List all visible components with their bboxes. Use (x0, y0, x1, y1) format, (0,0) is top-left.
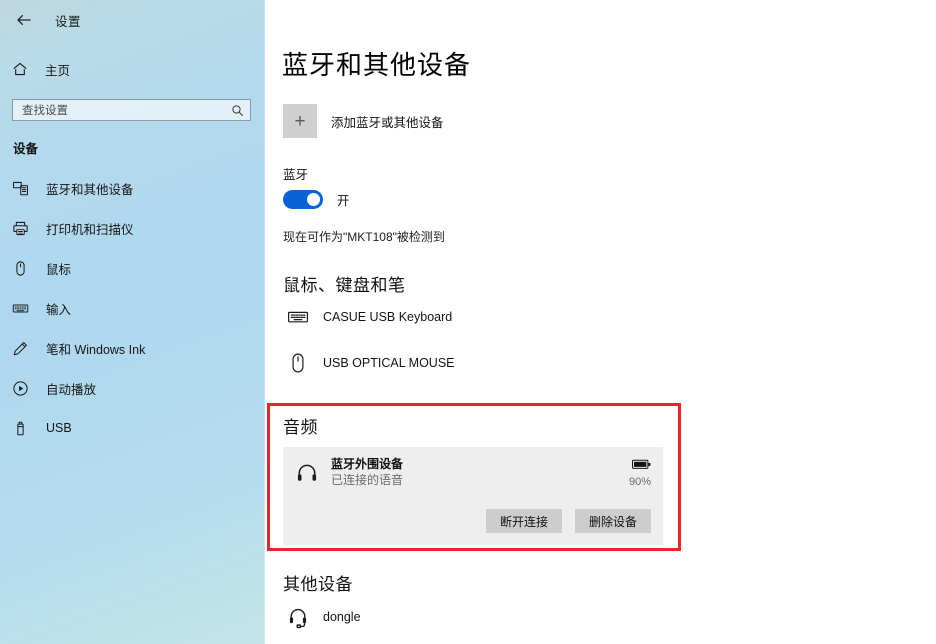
keyboard-icon (285, 304, 311, 330)
search-placeholder: 查找设置 (22, 105, 68, 117)
mouse-icon (285, 350, 311, 376)
search-icon[interactable] (231, 104, 244, 117)
mouse-icon (11, 259, 30, 278)
sidebar-item-bluetooth-devices-label: 蓝牙和其他设备 (46, 182, 134, 197)
sidebar-item-typing[interactable]: 输入 (0, 288, 265, 328)
discoverable-text: 现在可作为"MKT108"被检测到 (283, 230, 445, 244)
printer-icon (11, 219, 30, 238)
sidebar-item-home-label: 主页 (45, 63, 71, 78)
sidebar-item-home[interactable]: 主页 (0, 52, 265, 86)
headphones-icon (293, 459, 321, 487)
group-heading-mouse-keyboard-pen: 鼠标、键盘和笔 (283, 276, 406, 295)
bluetooth-toggle[interactable] (283, 190, 323, 209)
search-wrapper: 查找设置 (0, 86, 265, 121)
titlebar: 设置 (0, 0, 265, 40)
autoplay-icon (11, 379, 30, 398)
sidebar-item-usb[interactable]: USB (0, 408, 265, 448)
sidebar-nav-list: 蓝牙和其他设备 打印机和扫描仪 鼠标 输入 笔和 Windows Ink 自动播… (0, 168, 265, 448)
audio-device-summary: 蓝牙外围设备 已连接的语音 90% (293, 457, 651, 488)
battery-icon (632, 457, 651, 475)
audio-device-actions: 断开连接 删除设备 (293, 509, 651, 533)
other-devices-heading: 其他设备 (283, 575, 353, 594)
sidebar-item-usb-label: USB (46, 421, 72, 435)
usb-icon (11, 419, 30, 438)
settings-window: 设置 主页 查找设置 设备 蓝牙和其他设备 打印机和扫描仪 鼠标 输入 笔和 W… (0, 0, 936, 644)
audio-battery: 90% (607, 457, 651, 488)
device-name-dongle: dongle (323, 610, 361, 624)
disconnect-button[interactable]: 断开连接 (486, 509, 562, 533)
sidebar-item-pen-windows-ink-label: 笔和 Windows Ink (46, 342, 146, 357)
audio-device-card[interactable]: 蓝牙外围设备 已连接的语音 90% 断开连接 删除设备 (283, 447, 663, 545)
sidebar-item-printers-scanners-label: 打印机和扫描仪 (46, 222, 134, 237)
audio-device-name: 蓝牙外围设备 (331, 457, 404, 471)
sidebar-item-autoplay-label: 自动播放 (46, 382, 97, 397)
group-mouse-keyboard-pen: 鼠标、键盘和笔 CASUE USB Keyboard USB OPTICAL M… (265, 271, 936, 376)
keyboard-typing-icon (11, 299, 30, 318)
search-input[interactable]: 查找设置 (12, 99, 251, 121)
remove-device-button[interactable]: 删除设备 (575, 509, 651, 533)
sidebar-item-mouse[interactable]: 鼠标 (0, 248, 265, 288)
sidebar: 设置 主页 查找设置 设备 蓝牙和其他设备 打印机和扫描仪 鼠标 输入 笔和 W… (0, 0, 265, 644)
sidebar-item-bluetooth-devices[interactable]: 蓝牙和其他设备 (0, 168, 265, 208)
plus-icon[interactable]: + (283, 104, 317, 138)
add-device-label: 添加蓝牙或其他设备 (331, 115, 444, 130)
add-device-row[interactable]: + 添加蓝牙或其他设备 (265, 82, 936, 138)
device-row-keyboard[interactable]: CASUE USB Keyboard (265, 304, 936, 330)
device-name-keyboard: CASUE USB Keyboard (323, 310, 453, 324)
audio-section: 音频 蓝牙外围设备 已连接的语音 90% 断开连接 删除设备 (265, 413, 675, 545)
sidebar-item-typing-label: 输入 (46, 302, 72, 317)
device-row-dongle[interactable]: dongle (265, 595, 675, 630)
page-title: 蓝牙和其他设备 (282, 50, 472, 80)
sidebar-item-printers-scanners[interactable]: 打印机和扫描仪 (0, 208, 265, 248)
sidebar-item-mouse-label: 鼠标 (46, 262, 72, 277)
bluetooth-devices-icon (11, 179, 30, 198)
audio-device-meta: 蓝牙外围设备 已连接的语音 (331, 457, 607, 488)
device-row-mouse[interactable]: USB OPTICAL MOUSE (265, 350, 936, 376)
other-devices-section: 其他设备 dongle (265, 570, 675, 630)
audio-device-status: 已连接的语音 (331, 473, 404, 487)
back-arrow-icon[interactable] (13, 9, 35, 31)
bluetooth-toggle-row[interactable]: 开 (265, 183, 936, 209)
audio-heading: 音频 (283, 418, 318, 437)
headset-icon (285, 604, 311, 630)
sidebar-item-autoplay[interactable]: 自动播放 (0, 368, 265, 408)
bluetooth-label: 蓝牙 (283, 168, 309, 182)
bluetooth-toggle-state: 开 (337, 194, 350, 208)
home-icon (11, 60, 29, 78)
audio-battery-percent: 90% (628, 476, 651, 488)
app-title: 设置 (55, 14, 82, 29)
toggle-knob (307, 193, 320, 206)
sidebar-item-pen-windows-ink[interactable]: 笔和 Windows Ink (0, 328, 265, 368)
main-content: 蓝牙和其他设备 + 添加蓝牙或其他设备 蓝牙 开 现在可作为"MKT108"被检… (265, 0, 936, 644)
pen-icon (11, 339, 30, 358)
sidebar-section-label: 设备 (13, 142, 39, 156)
device-name-mouse: USB OPTICAL MOUSE (323, 356, 455, 370)
